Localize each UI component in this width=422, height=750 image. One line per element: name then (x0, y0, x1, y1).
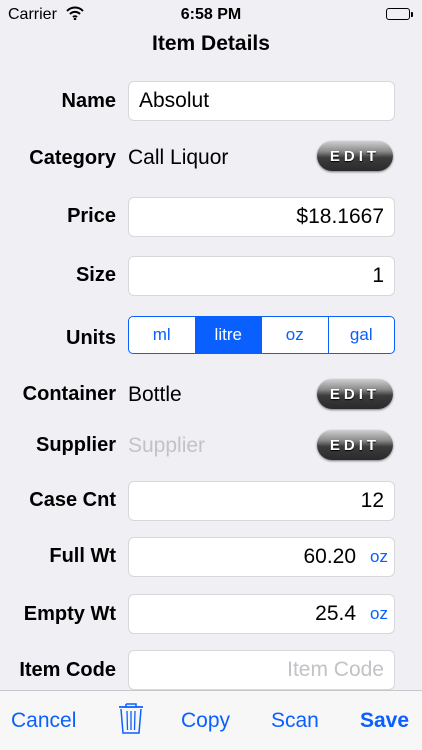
copy-button[interactable]: Copy (181, 709, 230, 733)
full-wt-unit: oz (370, 547, 388, 566)
name-label: Name (61, 90, 116, 112)
price-field[interactable]: $18.1667 (128, 197, 395, 237)
supplier-placeholder: Supplier (128, 434, 206, 457)
case-cnt-label: Case Cnt (29, 489, 116, 511)
full-wt-value: 60.20 (303, 545, 357, 568)
item-code-placeholder: Item Code (287, 658, 384, 681)
bottom-toolbar: Cancel Copy Scan Save (0, 690, 422, 750)
category-label: Category (29, 147, 116, 169)
save-button[interactable]: Save (360, 709, 409, 733)
units-segment-oz[interactable]: oz (262, 317, 329, 353)
status-bar: Carrier 6:58 PM (0, 0, 422, 30)
container-edit-button[interactable]: EDIT (317, 379, 393, 409)
category-value: Call Liquor (128, 146, 229, 169)
case-cnt-value: 12 (360, 489, 384, 512)
supplier-edit-button[interactable]: EDIT (317, 430, 393, 460)
item-code-label: Item Code (19, 659, 116, 681)
item-code-field[interactable]: Item Code (128, 650, 395, 690)
units-segmented-control: ml litre oz gal (128, 316, 395, 354)
full-wt-field[interactable]: 60.20 oz (128, 537, 395, 577)
size-field[interactable]: 1 (128, 256, 395, 296)
units-segment-litre[interactable]: litre (195, 317, 262, 353)
empty-wt-field[interactable]: 25.4 oz (128, 594, 395, 634)
name-field[interactable]: Absolut (128, 81, 395, 121)
status-time: 6:58 PM (180, 6, 242, 23)
page-title: Item Details (152, 32, 270, 55)
container-value: Bottle (128, 383, 182, 406)
empty-wt-label: Empty Wt (23, 603, 116, 625)
supplier-label: Supplier (35, 434, 116, 456)
empty-wt-value: 25.4 (315, 602, 357, 625)
battery-icon (386, 8, 413, 20)
full-wt-label: Full Wt (49, 545, 116, 567)
price-value: $18.1667 (296, 205, 384, 228)
size-value: 1 (372, 264, 384, 287)
units-segment-ml[interactable]: ml (129, 317, 196, 353)
units-label: Units (66, 327, 116, 349)
scan-button[interactable]: Scan (271, 709, 319, 733)
category-edit-button[interactable]: EDIT (317, 141, 393, 171)
price-label: Price (67, 205, 116, 227)
empty-wt-unit: oz (370, 604, 388, 623)
trash-icon[interactable] (117, 701, 145, 735)
size-label: Size (75, 264, 116, 286)
container-label: Container (22, 383, 116, 405)
case-cnt-field[interactable]: 12 (128, 481, 395, 521)
units-segment-gal[interactable]: gal (329, 317, 395, 353)
cancel-button[interactable]: Cancel (11, 709, 76, 733)
name-value: Absolut (139, 89, 210, 112)
